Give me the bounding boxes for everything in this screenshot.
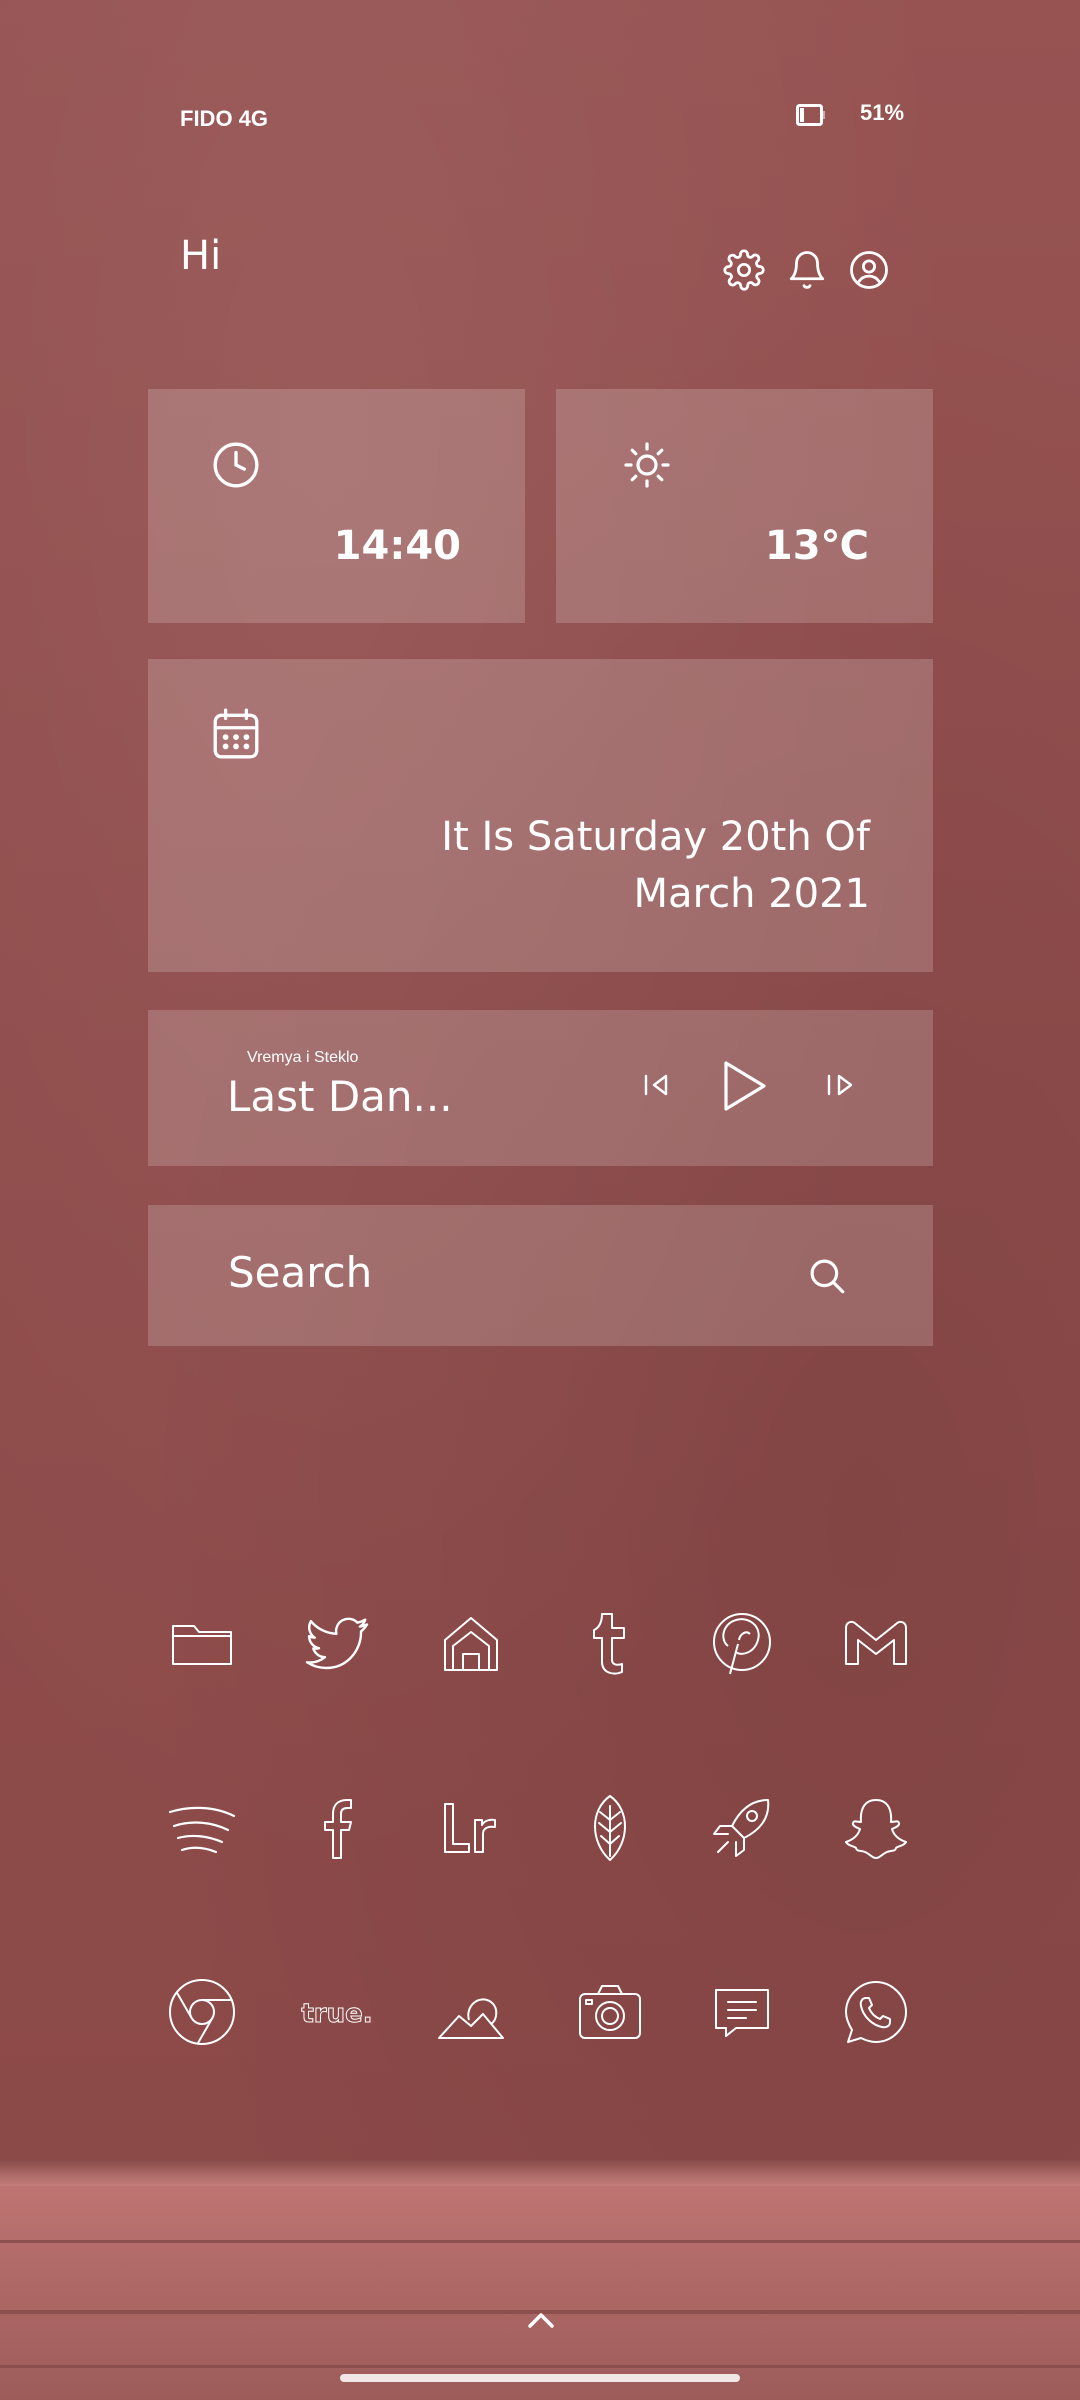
previous-icon[interactable] bbox=[638, 1070, 672, 1100]
rocket-icon[interactable] bbox=[706, 1792, 778, 1864]
wallpaper-floor bbox=[0, 2160, 1080, 2400]
search-icon[interactable] bbox=[806, 1255, 848, 1297]
leaf-icon[interactable] bbox=[574, 1792, 646, 1864]
battery-percent: 51% bbox=[860, 100, 905, 125]
chrome-icon[interactable] bbox=[166, 1976, 238, 2048]
music-widget[interactable]: Vremya i Steklo Last Dan... bbox=[148, 1010, 933, 1166]
pinterest-icon[interactable] bbox=[706, 1608, 778, 1680]
tumblr-icon[interactable] bbox=[574, 1608, 646, 1680]
lightroom-icon[interactable] bbox=[435, 1792, 507, 1864]
snapchat-icon[interactable] bbox=[840, 1792, 912, 1864]
search-label: Search bbox=[228, 1248, 373, 1297]
wallpaper-floor-edge bbox=[0, 2160, 1080, 2186]
camera-icon[interactable] bbox=[574, 1976, 646, 2048]
floor-crack bbox=[0, 2240, 1080, 2243]
folder-icon[interactable] bbox=[166, 1608, 238, 1680]
music-artist: Vremya i Steklo bbox=[247, 1049, 359, 1066]
home-gesture-bar[interactable] bbox=[340, 2374, 740, 2382]
twitter-icon[interactable] bbox=[301, 1608, 373, 1680]
music-track: Last Dan... bbox=[227, 1072, 453, 1121]
messages-icon[interactable] bbox=[706, 1976, 778, 2048]
true-icon[interactable]: true. bbox=[301, 1976, 373, 2048]
status-bar: FIDO 4G 51% bbox=[0, 100, 1080, 140]
gmail-icon[interactable] bbox=[840, 1608, 912, 1680]
home-icon[interactable] bbox=[435, 1608, 507, 1680]
clock-time: 14:40 bbox=[333, 523, 461, 569]
gallery-icon[interactable] bbox=[435, 1976, 507, 2048]
battery-icon bbox=[796, 104, 826, 126]
greeting-text: Hi bbox=[180, 233, 222, 279]
true-label: true. bbox=[301, 1999, 372, 2029]
facebook-icon[interactable] bbox=[301, 1792, 373, 1864]
floor-crack bbox=[0, 2365, 1080, 2368]
gear-icon[interactable] bbox=[723, 249, 765, 291]
date-widget[interactable]: It Is Saturday 20th Of March 2021 bbox=[148, 659, 933, 972]
next-icon[interactable] bbox=[823, 1070, 857, 1100]
whatsapp-icon[interactable] bbox=[840, 1976, 912, 2048]
carrier-label: FIDO 4G bbox=[180, 106, 269, 131]
play-icon[interactable] bbox=[718, 1058, 770, 1114]
chevron-up-icon[interactable] bbox=[526, 2310, 556, 2330]
sun-icon bbox=[623, 441, 673, 491]
spotify-icon[interactable] bbox=[166, 1792, 238, 1864]
date-line-2: March 2021 bbox=[633, 871, 870, 917]
weather-widget[interactable]: 13℃ bbox=[556, 389, 933, 623]
clock-widget[interactable]: 14:40 bbox=[148, 389, 525, 623]
user-circle-icon[interactable] bbox=[848, 249, 890, 291]
clock-icon bbox=[211, 440, 261, 490]
date-text: It Is Saturday 20th Of March 2021 bbox=[230, 809, 870, 923]
bell-icon[interactable] bbox=[786, 249, 828, 291]
weather-temperature: 13℃ bbox=[764, 523, 869, 569]
search-bar[interactable]: Search bbox=[148, 1205, 933, 1346]
date-line-1: It Is Saturday 20th Of bbox=[441, 814, 870, 860]
calendar-icon bbox=[211, 707, 261, 759]
